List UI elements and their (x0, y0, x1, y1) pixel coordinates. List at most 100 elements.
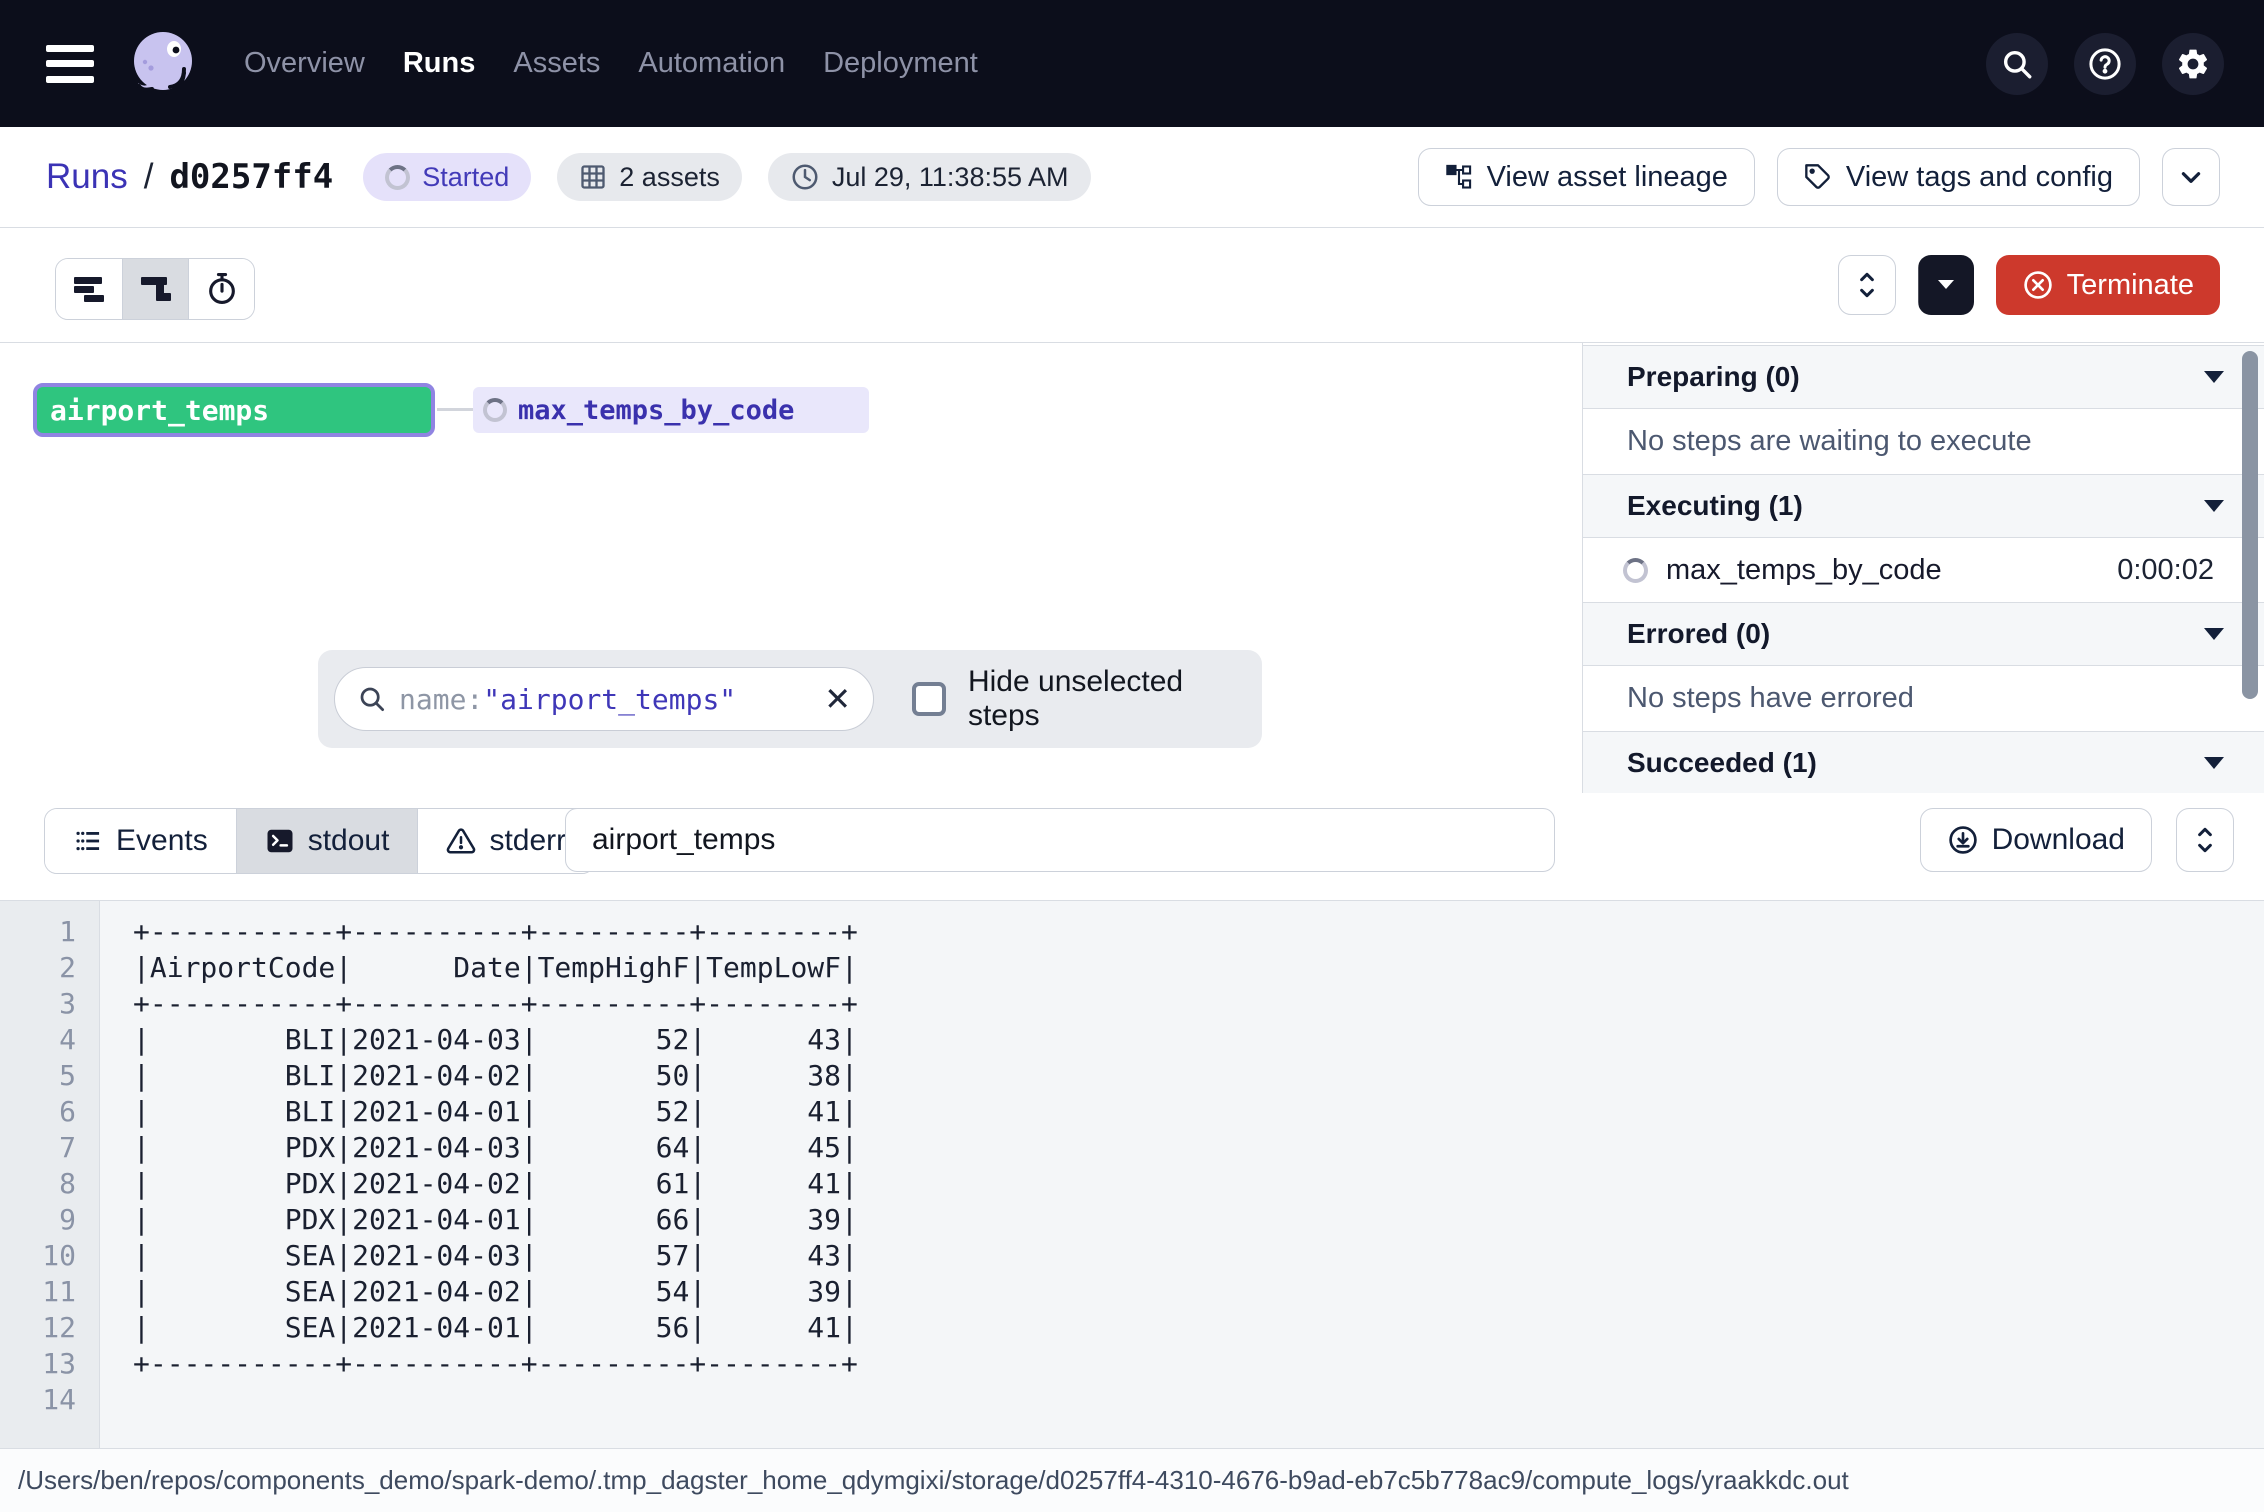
step-query-input[interactable]: name:"airport_temps" ✕ (334, 667, 874, 731)
download-icon (1947, 824, 1979, 856)
log-line: 8| PDX|2021-04-02| 61| 41| (0, 1165, 2264, 1201)
view-tags-config-button[interactable]: View tags and config (1777, 148, 2140, 206)
asset-grid-icon (579, 163, 607, 191)
more-run-actions-button[interactable] (2162, 148, 2220, 206)
search-icon (357, 684, 387, 714)
nav-item-runs[interactable]: Runs (403, 47, 476, 80)
log-step-filter-input[interactable] (565, 808, 1555, 872)
help-button[interactable] (2074, 33, 2136, 95)
expand-vertical-icon (2192, 825, 2218, 855)
timing-view-button[interactable] (188, 259, 254, 319)
log-line: 12| SEA|2021-04-01| 56| 41| (0, 1309, 2264, 1345)
stopwatch-icon (205, 272, 239, 306)
hide-unselected-label: Hide unselected steps (968, 665, 1262, 733)
log-line: 9| PDX|2021-04-01| 66| 39| (0, 1201, 2264, 1237)
toolbar-actions: Re-execute (name:"airport_temps") Termin… (1838, 255, 2220, 315)
collapse-triangle-icon (2204, 628, 2224, 640)
events-list-icon (73, 827, 103, 855)
log-line: 3+-----------+----------+---------+-----… (0, 985, 2264, 1021)
clear-query-icon[interactable]: ✕ (824, 683, 851, 715)
view-asset-lineage-button[interactable]: View asset lineage (1418, 148, 1755, 206)
run-id: d0257ff4 (169, 157, 333, 197)
log-file-path-bar: /Users/ben/repos/components_demo/spark-d… (0, 1448, 2264, 1512)
step-node-airport-temps[interactable]: airport_temps (33, 383, 435, 437)
log-line: 11| SEA|2021-04-02| 54| 39| (0, 1273, 2264, 1309)
breadcrumb-runs-link[interactable]: Runs (46, 157, 128, 197)
nav-item-assets[interactable]: Assets (513, 47, 600, 80)
panel-scrollbar-thumb[interactable] (2242, 351, 2258, 699)
caret-down-icon (1938, 280, 1954, 290)
log-line: 6| BLI|2021-04-01| 52| 41| (0, 1093, 2264, 1129)
navbar-actions (1986, 33, 2264, 95)
expand-vertical-icon (1854, 270, 1880, 300)
hamburger-menu-icon[interactable] (46, 45, 94, 83)
run-gantt-area: airport_temps max_temps_by_code name:"ai… (0, 343, 2264, 793)
log-line: 1+-----------+----------+---------+-----… (0, 913, 2264, 949)
view-mode-toggle (55, 258, 255, 320)
gantt-waterfall-view-button[interactable] (122, 259, 188, 319)
terminate-x-circle-icon (2022, 269, 2054, 301)
main-nav: Overview Runs Assets Automation Deployme… (244, 47, 978, 80)
nav-item-overview[interactable]: Overview (244, 47, 365, 80)
log-line: 13+-----------+----------+---------+----… (0, 1345, 2264, 1381)
run-header-row: Runs / d0257ff4 Started 2 assets J (0, 127, 2264, 228)
log-line: 14 (0, 1381, 2264, 1417)
clock-icon (790, 162, 820, 192)
hide-unselected-checkbox[interactable] (912, 682, 946, 716)
log-line: 7| PDX|2021-04-03| 64| 45| (0, 1129, 2264, 1165)
reexecute-split-button: Re-execute (name:"airport_temps") (1918, 255, 1974, 315)
graph-edge (437, 408, 473, 411)
log-line: 10| SEA|2021-04-03| 57| 43| (0, 1237, 2264, 1273)
warning-triangle-icon (446, 826, 476, 856)
settings-button[interactable] (2162, 33, 2224, 95)
query-value: "airport_temps" (483, 683, 736, 716)
collapse-triangle-icon (2204, 757, 2224, 769)
log-line: 5| BLI|2021-04-02| 50| 38| (0, 1057, 2264, 1093)
expand-gantt-button[interactable] (1838, 255, 1896, 315)
gear-icon (2175, 46, 2211, 82)
preparing-empty-message: No steps are waiting to execute (1583, 409, 2264, 474)
executing-step-row[interactable]: max_temps_by_code 0:00:02 (1583, 538, 2264, 602)
dagster-run-page: Overview Runs Assets Automation Deployme… (0, 0, 2264, 1512)
section-succeeded-header[interactable]: Succeeded (1) (1583, 731, 2264, 793)
assets-count-badge: 2 assets (557, 153, 742, 201)
spinner-icon (1623, 558, 1648, 583)
section-preparing-header[interactable]: Preparing (0) (1583, 345, 2264, 409)
tab-stdout[interactable]: stdout (236, 809, 418, 873)
terminal-icon (265, 826, 295, 856)
collapse-triangle-icon (2204, 500, 2224, 512)
logs-toolbar: Events stdout (0, 793, 2264, 901)
search-button[interactable] (1986, 33, 2048, 95)
top-navbar: Overview Runs Assets Automation Deployme… (0, 0, 2264, 127)
run-toolbar: Re-execute (name:"airport_temps") Termin… (0, 228, 2264, 343)
step-elapsed-time: 0:00:02 (2117, 554, 2214, 587)
download-button[interactable]: Download (1920, 808, 2152, 872)
reexecute-dropdown-button[interactable] (1918, 255, 1974, 315)
step-graph: airport_temps max_temps_by_code name:"ai… (0, 343, 1582, 793)
step-node-max-temps-by-code[interactable]: max_temps_by_code (473, 387, 869, 433)
run-header-actions: View asset lineage View tags and config (1418, 148, 2264, 206)
errored-empty-message: No steps have errored (1583, 666, 2264, 731)
nav-item-automation[interactable]: Automation (638, 47, 785, 80)
step-filter-overlay: name:"airport_temps" ✕ Hide unselected s… (318, 650, 1262, 748)
log-line: 4| BLI|2021-04-03| 52| 43| (0, 1021, 2264, 1057)
log-type-tabs: Events stdout (44, 808, 595, 874)
expand-logs-button[interactable] (2176, 808, 2234, 872)
gantt-waterfall-icon (139, 273, 173, 305)
stdout-log-viewer: 1+-----------+----------+---------+-----… (0, 901, 2264, 1448)
tag-icon (1804, 163, 1832, 191)
collapse-triangle-icon (2204, 371, 2224, 383)
spinner-icon (385, 165, 410, 190)
chevron-down-icon (2178, 164, 2204, 190)
spinner-icon (483, 398, 507, 422)
terminate-button[interactable]: Terminate (1996, 255, 2220, 315)
dagster-logo-icon[interactable] (124, 22, 202, 106)
help-icon (2087, 46, 2123, 82)
section-executing-header[interactable]: Executing (1) (1583, 474, 2264, 538)
lineage-icon (1445, 163, 1473, 191)
nav-item-deployment[interactable]: Deployment (823, 47, 978, 80)
gantt-flat-view-button[interactable] (56, 259, 122, 319)
section-errored-header[interactable]: Errored (0) (1583, 602, 2264, 666)
tab-events[interactable]: Events (45, 809, 236, 873)
query-prefix: name: (399, 683, 483, 716)
